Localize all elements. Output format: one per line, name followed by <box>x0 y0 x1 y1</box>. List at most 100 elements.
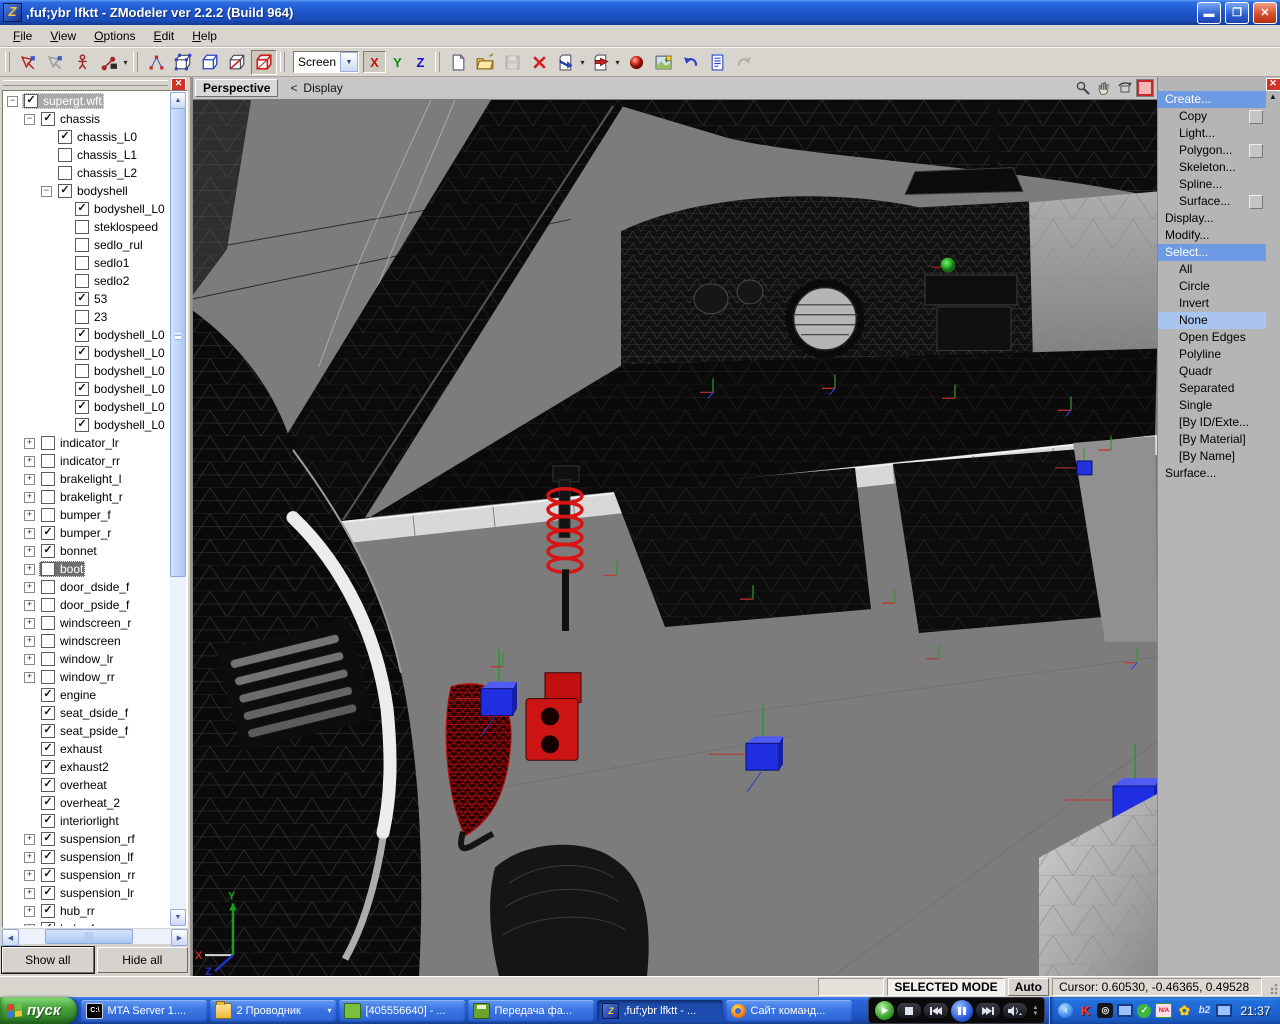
expand-icon[interactable]: + <box>24 618 35 629</box>
expand-icon[interactable]: + <box>24 546 35 557</box>
task-[interactable]: Передача фа... <box>468 1000 594 1022</box>
expand-icon[interactable]: + <box>24 564 35 575</box>
visibility-checkbox[interactable]: ✓ <box>75 400 89 414</box>
expand-icon[interactable]: + <box>24 654 35 665</box>
minimize-button[interactable]: ▬ <box>1197 2 1221 24</box>
tree-item-chassis-l1[interactable]: chassis_L1 <box>4 146 170 164</box>
menu-help[interactable]: Help <box>183 27 226 45</box>
tree-item-door-pside-f[interactable]: +door_pside_f <box>4 596 170 614</box>
previous-button[interactable] <box>924 1003 948 1018</box>
export-dropdown-icon[interactable]: ▾ <box>613 58 622 67</box>
tree-item-supergt-wft[interactable]: −✓supergt.wft <box>4 92 170 110</box>
visibility-checkbox[interactable] <box>41 454 55 468</box>
visibility-checkbox[interactable] <box>41 670 55 684</box>
undo-button[interactable] <box>677 50 703 75</box>
command-invert[interactable]: Invert <box>1158 295 1266 312</box>
tree-item-suspension-rf[interactable]: +✓suspension_rf <box>4 830 170 848</box>
maximize-view-button[interactable] <box>1137 80 1153 96</box>
restore-button[interactable]: ❐ <box>1225 2 1249 24</box>
visibility-checkbox[interactable]: ✓ <box>41 886 55 900</box>
view-back-icon[interactable]: < <box>290 81 297 95</box>
expand-icon[interactable]: + <box>24 492 35 503</box>
tree-item-suspension-rr[interactable]: +✓suspension_rr <box>4 866 170 884</box>
tree-item-seat-dside-f[interactable]: ✓seat_dside_f <box>4 704 170 722</box>
tree-item-bodyshell-l0[interactable]: ✓bodyshell_L0 <box>4 326 170 344</box>
tree-item-steklospeed[interactable]: steklospeed <box>4 218 170 236</box>
tree-item-boot[interactable]: +boot <box>4 560 170 578</box>
b2-icon[interactable]: b2 <box>1196 1003 1212 1018</box>
pause-button[interactable] <box>951 1000 973 1022</box>
tree-item-windscreen-r[interactable]: +windscreen_r <box>4 614 170 632</box>
command-single[interactable]: Single <box>1158 397 1266 414</box>
kaspersky-icon[interactable]: K <box>1077 1003 1093 1018</box>
visibility-checkbox[interactable]: ✓ <box>41 760 55 774</box>
tree-item-bodyshell[interactable]: −✓bodyshell <box>4 182 170 200</box>
visibility-checkbox[interactable]: ✓ <box>75 328 89 342</box>
visibility-checkbox[interactable]: ✓ <box>41 778 55 792</box>
delete-button[interactable] <box>526 50 552 75</box>
object-level-button[interactable] <box>251 50 277 75</box>
task-mta-server-1[interactable]: C:\MTA Server 1.... <box>81 1000 207 1022</box>
tree-item-53[interactable]: ✓53 <box>4 290 170 308</box>
visibility-checkbox[interactable]: ✓ <box>41 796 55 810</box>
command-circle[interactable]: Circle <box>1158 278 1266 295</box>
tree-item-bodyshell-l0[interactable]: ✓bodyshell_L0 <box>4 398 170 416</box>
tree-item-bodyshell-l0[interactable]: ✓bodyshell_L0 <box>4 200 170 218</box>
expand-icon[interactable]: + <box>24 510 35 521</box>
icq-flower-icon[interactable]: ✿ <box>1176 1003 1192 1018</box>
expand-icon[interactable]: + <box>24 888 35 899</box>
steam-icon[interactable]: ◎ <box>1097 1003 1113 1018</box>
axis-x-button[interactable]: X <box>363 51 386 73</box>
visibility-checkbox[interactable]: ✓ <box>41 922 55 926</box>
visibility-checkbox[interactable] <box>75 310 89 324</box>
commands-close-icon[interactable]: ✕ <box>1266 78 1280 91</box>
network-icon[interactable] <box>1117 1003 1133 1018</box>
tree-horizontal-scrollbar[interactable]: ◀ ▶ <box>2 929 188 944</box>
tree-item-overheat[interactable]: ✓overheat <box>4 776 170 794</box>
visibility-checkbox[interactable] <box>41 490 55 504</box>
visibility-checkbox[interactable]: ✓ <box>24 94 38 108</box>
visibility-checkbox[interactable]: ✓ <box>41 832 55 846</box>
tree-item-bodyshell-l0[interactable]: bodyshell_L0 <box>4 362 170 380</box>
show-all-button[interactable]: Show all <box>2 947 94 973</box>
command-option-box[interactable] <box>1249 110 1263 124</box>
title-bar[interactable]: Z ,fuf;ybr lfktt - ZModeler ver 2.2.2 (B… <box>0 0 1280 25</box>
command-by-material[interactable]: [By Material] <box>1158 431 1266 448</box>
visibility-checkbox[interactable]: ✓ <box>75 292 89 306</box>
network2-icon[interactable] <box>1216 1003 1232 1018</box>
tree-vertical-scrollbar[interactable]: ▲ ▼ <box>170 92 186 926</box>
visibility-checkbox[interactable] <box>41 508 55 522</box>
tree-item-bumper-f[interactable]: +bumper_f <box>4 506 170 524</box>
visibility-checkbox[interactable] <box>41 436 55 450</box>
tree-item-indicator-rr[interactable]: +indicator_rr <box>4 452 170 470</box>
group-dropdown-icon[interactable]: ▾ <box>327 1006 331 1015</box>
play-button[interactable] <box>875 1001 894 1020</box>
visibility-checkbox[interactable] <box>75 256 89 270</box>
hide-all-button[interactable]: Hide all <box>97 947 189 973</box>
tree-item-hub-rr[interactable]: +✓hub_rr <box>4 902 170 920</box>
collapse-icon[interactable]: − <box>24 114 35 125</box>
command-option-box[interactable] <box>1249 195 1263 209</box>
expand-icon[interactable]: + <box>24 582 35 593</box>
command-quadr[interactable]: Quadr <box>1158 363 1266 380</box>
visibility-checkbox[interactable] <box>41 634 55 648</box>
command-spline[interactable]: Spline... <box>1158 176 1266 193</box>
select-pin-button[interactable] <box>15 50 41 75</box>
tree-item-bodyshell-l0[interactable]: ✓bodyshell_L0 <box>4 380 170 398</box>
tree-item-interiorlight[interactable]: ✓interiorlight <box>4 812 170 830</box>
viewport-canvas[interactable]: X Y Z <box>193 100 1157 976</box>
visibility-checkbox[interactable] <box>75 238 89 252</box>
visibility-checkbox[interactable]: ✓ <box>75 202 89 216</box>
task-[interactable]: Сайт команд... <box>726 1000 852 1022</box>
toolbar-grip[interactable] <box>435 52 440 72</box>
menu-edit[interactable]: Edit <box>145 27 184 45</box>
axis-z-button[interactable]: Z <box>409 51 432 73</box>
task-2[interactable]: 2 Проводник▾ <box>210 1000 336 1022</box>
tree-item-bonnet[interactable]: +✓bonnet <box>4 542 170 560</box>
collapse-icon[interactable]: − <box>41 186 52 197</box>
resize-grip[interactable] <box>1265 979 1278 995</box>
expand-icon[interactable]: + <box>24 672 35 683</box>
scene-settings-button[interactable] <box>650 50 676 75</box>
tree-item-door-dside-f[interactable]: +door_dside_f <box>4 578 170 596</box>
tree-item-suspension-lf[interactable]: +✓suspension_lf <box>4 848 170 866</box>
